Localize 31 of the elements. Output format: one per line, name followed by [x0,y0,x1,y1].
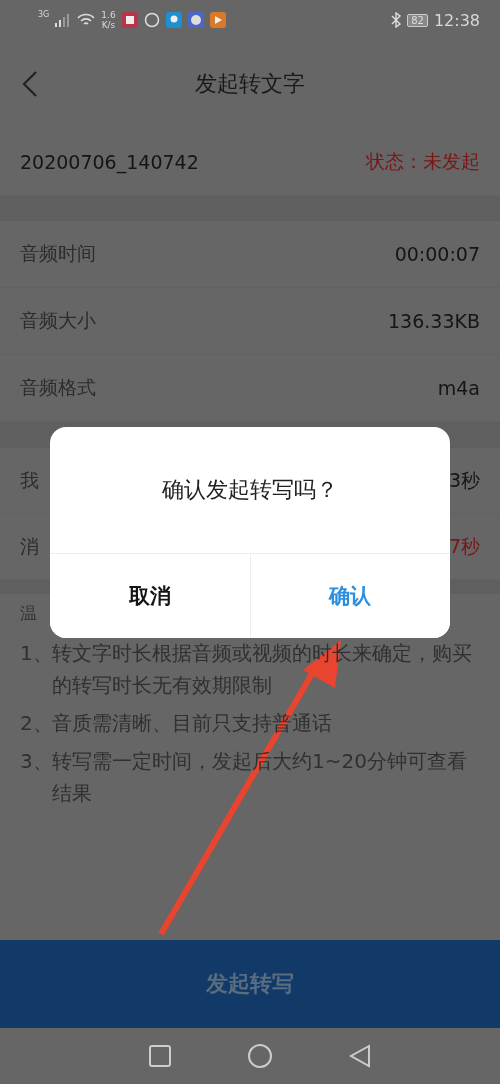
file-status: 状态：未发起 [366,148,480,174]
row-label: 我 [20,467,39,493]
music-icon [187,12,204,28]
recent-apps-icon[interactable] [148,1045,171,1067]
row-value: 7秒 [448,533,480,559]
row-value: m4a [437,377,480,399]
loading-icon [143,12,160,28]
row-value: 00:00:07 [394,243,480,265]
clock-time: 12:38 [433,10,480,30]
row-value: 136.33KB [388,310,480,332]
home-icon[interactable] [248,1044,272,1068]
app-icon [121,12,138,28]
row-label: 消 [20,533,39,559]
row-label: 音频时间 [20,241,96,266]
play-icon [209,12,226,28]
page-title: 发起转文字 [195,70,305,98]
confirm-button[interactable]: 确认 [249,554,450,638]
row-label: 音频格式 [20,375,96,400]
back-icon[interactable] [22,70,38,98]
dialog-message: 确认发起转写吗？ [162,476,338,504]
signal-icon [55,13,72,27]
network-type: 3G [38,10,50,19]
file-name: 20200706_140742 [20,150,199,173]
bluetooth-icon [391,12,402,28]
row-label: 音频大小 [20,308,96,333]
row-value: 3秒 [448,467,480,493]
bulb-icon [165,12,182,28]
submit-button[interactable]: 发起转写 [0,940,500,1028]
wifi-icon [77,13,96,27]
network-speed: 1.6 K/s [101,10,116,30]
battery-level: 82 [407,13,428,27]
